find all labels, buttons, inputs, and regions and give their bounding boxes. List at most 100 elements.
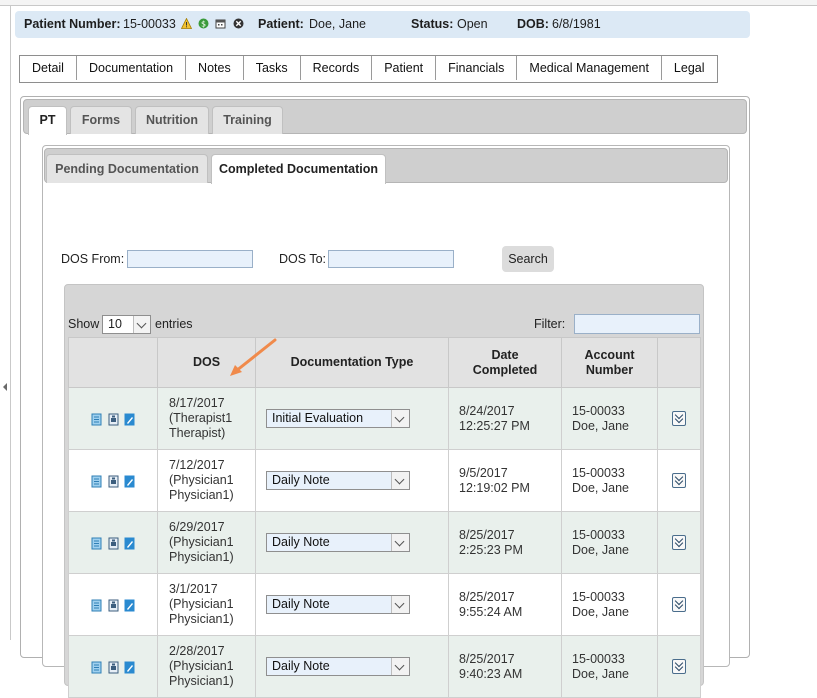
row-provider-1: (Physician1 — [169, 473, 234, 487]
tab-detail[interactable]: Detail — [20, 56, 77, 80]
document-icon[interactable] — [91, 661, 102, 674]
row-account: 15-00033 — [572, 651, 625, 666]
expand-cell — [657, 635, 701, 698]
chevron-down-icon[interactable] — [133, 316, 150, 333]
account-number-cell: 15-00033 Doe, Jane — [561, 511, 658, 574]
print-icon[interactable] — [108, 413, 119, 426]
tab-pt[interactable]: PT — [28, 106, 67, 135]
documentation-grid: Show 10 entries Filter: DOS Documentatio… — [64, 284, 704, 698]
documentation-type-cell: Daily Note — [255, 449, 449, 512]
pt-tab-bar: PT Forms Nutrition Training — [23, 99, 747, 135]
filter-input[interactable] — [574, 314, 700, 334]
expand-down-icon[interactable] — [672, 410, 686, 427]
table-header-row: DOS Documentation Type Date Completed Acc… — [68, 337, 701, 388]
row-actions — [68, 635, 158, 698]
edit-icon[interactable] — [124, 661, 135, 674]
patient-number-label: Patient Number: — [24, 17, 121, 31]
row-completed-date: 8/25/2017 — [459, 589, 515, 604]
expand-down-icon[interactable] — [672, 472, 686, 489]
show-label: Show — [68, 317, 100, 331]
tab-completed-documentation[interactable]: Completed Documentation — [211, 154, 386, 184]
row-provider-1: (Physician1 — [169, 659, 234, 673]
document-icon[interactable] — [91, 599, 102, 612]
row-completed-time: 9:40:23 AM — [459, 666, 523, 681]
chevron-down-icon[interactable] — [391, 472, 409, 489]
edit-icon[interactable] — [124, 537, 135, 550]
row-actions — [68, 573, 158, 636]
documentation-type-select[interactable]: Daily Note — [266, 471, 410, 490]
search-button[interactable]: Search — [502, 246, 554, 272]
dob-label: DOB: — [517, 17, 549, 31]
row-account: 15-00033 — [572, 527, 625, 542]
calendar-icon[interactable] — [215, 18, 226, 29]
row-account: 15-00033 — [572, 465, 625, 480]
row-account-name: Doe, Jane — [572, 542, 629, 557]
dos-from-input[interactable] — [127, 250, 253, 268]
expand-cell — [657, 573, 701, 636]
account-number-cell: 15-00033 Doe, Jane — [561, 573, 658, 636]
account-number-cell: 15-00033 Doe, Jane — [561, 387, 658, 450]
document-icon[interactable] — [91, 413, 102, 426]
left-splitter[interactable] — [0, 6, 11, 640]
dos-to-input[interactable] — [328, 250, 454, 268]
tab-training[interactable]: Training — [212, 106, 283, 134]
tab-records[interactable]: Records — [300, 56, 373, 80]
chevron-down-icon[interactable] — [391, 658, 409, 675]
page-length-select[interactable]: 10 — [102, 315, 151, 334]
header-expand — [657, 337, 701, 388]
print-icon[interactable] — [108, 475, 119, 488]
tab-financials[interactable]: Financials — [436, 56, 518, 80]
expand-down-icon[interactable] — [672, 596, 686, 613]
edit-icon[interactable] — [124, 599, 135, 612]
document-icon[interactable] — [91, 475, 102, 488]
tab-patient[interactable]: Patient — [372, 56, 437, 80]
print-icon[interactable] — [108, 537, 119, 550]
collapse-left-icon[interactable] — [3, 383, 7, 391]
row-completed-time: 12:25:27 PM — [459, 418, 530, 433]
row-actions — [68, 449, 158, 512]
row-completed-time: 12:19:02 PM — [459, 480, 530, 495]
tab-notes[interactable]: Notes — [186, 56, 244, 80]
chevron-down-icon[interactable] — [391, 410, 409, 427]
print-icon[interactable] — [108, 661, 119, 674]
chevron-down-icon[interactable] — [391, 596, 409, 613]
documentation-table: DOS Documentation Type Date Completed Acc… — [68, 337, 701, 698]
close-circle-icon[interactable] — [233, 18, 244, 29]
pt-content-panel: Pending Documentation Completed Document… — [42, 145, 730, 698]
row-account-name: Doe, Jane — [572, 480, 629, 495]
header-date-completed[interactable]: Date Completed — [448, 337, 562, 388]
expand-down-icon[interactable] — [672, 534, 686, 551]
document-icon[interactable] — [91, 537, 102, 550]
tab-tasks[interactable]: Tasks — [243, 56, 301, 80]
tab-legal[interactable]: Legal — [661, 56, 717, 80]
tab-nutrition[interactable]: Nutrition — [135, 106, 209, 134]
table-row: 2/28/2017 (Physician1 Physician1) Daily No… — [68, 635, 701, 698]
patient-name-label: Patient: — [258, 17, 304, 31]
print-icon[interactable] — [108, 599, 119, 612]
header-documentation-type[interactable]: Documentation Type — [255, 337, 449, 388]
warning-icon[interactable] — [181, 18, 192, 29]
edit-icon[interactable] — [124, 413, 135, 426]
documentation-type-select[interactable]: Daily Note — [266, 595, 410, 614]
expand-down-icon[interactable] — [672, 658, 686, 675]
tab-medical-management[interactable]: Medical Management — [517, 56, 662, 80]
documentation-type-select[interactable]: Initial Evaluation — [266, 409, 410, 428]
date-completed-cell: 8/25/2017 2:25:23 PM — [448, 511, 562, 574]
filter-label: Filter: — [534, 317, 566, 331]
row-dos: 3/1/2017 — [169, 582, 218, 596]
tab-documentation[interactable]: Documentation — [76, 56, 187, 80]
money-icon[interactable]: $ — [198, 18, 209, 29]
row-account-name: Doe, Jane — [572, 418, 629, 433]
chevron-down-icon[interactable] — [391, 534, 409, 551]
documentation-type-select[interactable]: Daily Note — [266, 533, 410, 552]
documentation-type-select[interactable]: Daily Note — [266, 657, 410, 676]
entries-label: entries — [155, 317, 193, 331]
tab-forms[interactable]: Forms — [70, 106, 132, 134]
dob-value: 6/8/1981 — [552, 17, 601, 31]
row-provider-1: (Physician1 — [169, 535, 234, 549]
edit-icon[interactable] — [124, 475, 135, 488]
row-provider-2: Physician1) — [169, 488, 234, 502]
row-completed-time: 9:55:24 AM — [459, 604, 523, 619]
tab-pending-documentation[interactable]: Pending Documentation — [46, 154, 208, 183]
header-account-number[interactable]: Account Number — [561, 337, 658, 388]
